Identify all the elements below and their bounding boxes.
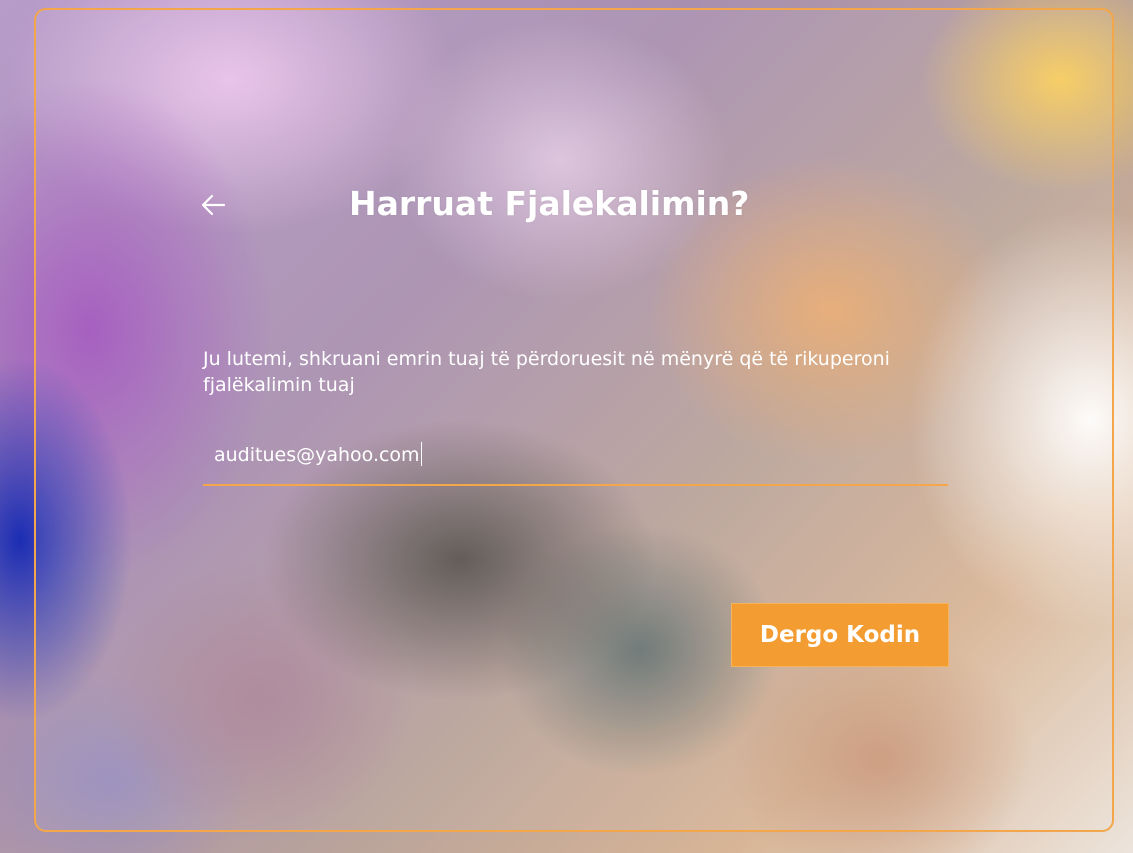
email-field[interactable]: auditues@yahoo.com: [203, 430, 948, 486]
forgot-password-card: [34, 8, 1114, 832]
back-arrow-icon[interactable]: [198, 190, 230, 220]
instructions-text: Ju lutemi, shkruani emrin tuaj të përdor…: [203, 348, 890, 396]
send-code-button[interactable]: Dergo Kodin: [731, 603, 949, 667]
text-caret: [420, 442, 422, 466]
page-title: Harruat Fjalekalimin?: [349, 184, 750, 223]
email-input[interactable]: auditues@yahoo.com: [214, 440, 914, 470]
email-value: auditues@yahoo.com: [214, 444, 420, 466]
